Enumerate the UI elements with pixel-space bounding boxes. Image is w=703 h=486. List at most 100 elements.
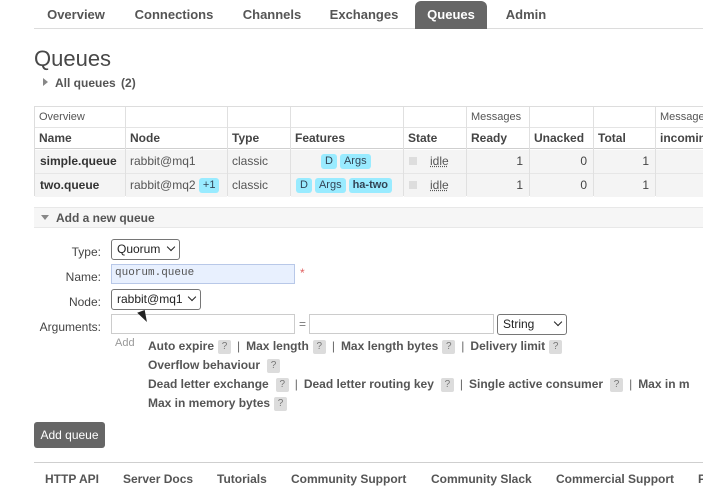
queue-state: idle [404,150,466,173]
triangle-down-icon [41,215,49,220]
triangle-right-icon [43,78,48,86]
col-incoming[interactable]: incomin [656,128,703,149]
help-icon[interactable]: ? [274,397,288,411]
tab-overview[interactable]: Overview [34,1,118,29]
help-icon[interactable]: ? [218,340,232,354]
queue-total: 1 [594,150,655,173]
separator: | [461,339,465,353]
queue-name-link[interactable]: simple.queue [35,150,125,173]
queue-state: idle [404,174,466,197]
footer-link-community-slack[interactable]: Community Slack [431,472,532,486]
chevron-down-icon [166,242,176,252]
column-divider [290,107,291,196]
queue-node: rabbit@mq2 +1 [126,174,227,197]
argument-type-select[interactable]: String [497,314,567,335]
feature-durable-badge: D [296,178,312,194]
help-icon[interactable]: ? [610,378,624,392]
help-icon[interactable]: ? [442,340,456,354]
footer-link-community-support[interactable]: Community Support [291,472,406,486]
arg-max-length-bytes[interactable]: Max length bytes [341,339,438,353]
queue-unacked: 0 [530,150,593,173]
tab-queues[interactable]: Queues [415,1,487,29]
help-icon[interactable]: ? [267,359,281,373]
queue-ready: 1 [467,174,529,197]
argument-shortcuts-line-1: Auto expire? | Max length? | Max length byte… [148,339,563,354]
footer-link-plugins[interactable]: P [698,472,703,486]
column-divider [529,107,530,196]
queue-total: 1 [594,174,655,197]
feature-durable-badge: D [321,154,337,170]
arg-max-length[interactable]: Max length [246,339,309,353]
arg-overflow-behaviour[interactable]: Overflow behaviour [148,358,260,372]
add-queue-toggle[interactable]: Add a new queue [41,211,155,225]
add-queue-title: Add a new queue [56,211,155,225]
argument-value-input[interactable] [309,314,494,334]
separator: | [294,377,298,391]
footer-link-commercial-support[interactable]: Commercial Support [556,472,674,486]
node-label: Node: [68,295,101,309]
help-icon[interactable]: ? [549,340,563,354]
node-select[interactable]: rabbit@mq1 [111,289,201,310]
node-select-value: rabbit@mq1 [117,292,183,306]
footer-link-server-docs[interactable]: Server Docs [123,472,193,486]
footer-link-tutorials[interactable]: Tutorials [217,472,267,486]
name-label: Name: [65,270,101,284]
queue-unacked: 0 [530,174,593,197]
type-select[interactable]: Quorum [111,239,180,260]
help-icon[interactable]: ? [275,378,289,392]
arg-auto-expire[interactable]: Auto expire [148,339,214,353]
queue-features: D Args [291,150,403,173]
queue-incoming [656,174,703,197]
arg-single-active-consumer[interactable]: Single active consumer [469,377,603,391]
add-queue-section-header[interactable]: Add a new queue [34,207,703,228]
group-header-messages: Messages [467,107,655,128]
col-state[interactable]: State [404,128,466,149]
arguments-label: Arguments: [39,320,101,334]
add-queue-button[interactable]: Add queue [34,422,105,448]
col-name[interactable]: Name [35,128,125,149]
col-node[interactable]: Node [126,128,227,149]
arg-max-in-memory-bytes[interactable]: Max in memory bytes [148,396,270,410]
col-ready[interactable]: Ready [467,128,529,149]
help-icon[interactable]: ? [312,340,326,354]
queue-type: classic [228,150,290,173]
footer-link-http-api[interactable]: HTTP API [45,472,99,486]
column-divider [593,107,594,196]
column-divider [466,107,467,196]
state-label: idle [430,178,449,192]
queue-name-link[interactable]: two.queue [35,174,125,197]
chevron-down-icon [187,292,197,302]
arg-dead-letter-exchange[interactable]: Dead letter exchange [148,377,269,391]
argument-shortcuts-line-4: Max in memory bytes? [148,396,288,411]
tab-admin[interactable]: Admin [493,1,559,29]
arg-max-in-memory-length[interactable]: Max in m [638,377,689,391]
tab-connections[interactable]: Connections [120,1,228,29]
all-queues-toggle[interactable]: All queues (2) [43,76,136,90]
col-features[interactable]: Features [291,128,403,149]
policy-badge[interactable]: ha-two [348,178,393,194]
tab-exchanges[interactable]: Exchanges [318,1,410,29]
separator: | [629,377,633,391]
help-icon[interactable]: ? [440,378,454,392]
column-divider [227,107,228,196]
footer-divider [34,462,703,463]
separator: | [459,377,463,391]
queue-incoming [656,150,703,173]
col-total[interactable]: Total [594,128,655,149]
arg-delivery-limit[interactable]: Delivery limit [470,339,545,353]
page-title: Queues [34,46,112,71]
queue-name-input[interactable]: quorum.queue [111,264,295,284]
col-type[interactable]: Type [228,128,290,149]
queue-type: classic [228,174,290,197]
required-mark: * [300,266,305,280]
state-label: idle [430,154,449,168]
feature-args-badge: Args [339,154,371,170]
queue-node-label: rabbit@mq2 [130,178,196,192]
col-unacked[interactable]: Unacked [530,128,593,149]
all-queues-label: All queues [55,76,116,90]
tab-channels[interactable]: Channels [230,1,314,29]
add-argument-link[interactable]: Add [115,337,135,349]
feature-args-badge: Args [314,178,346,194]
arg-dead-letter-routing-key[interactable]: Dead letter routing key [304,377,434,391]
queue-features: D Args ha-two [291,174,403,197]
